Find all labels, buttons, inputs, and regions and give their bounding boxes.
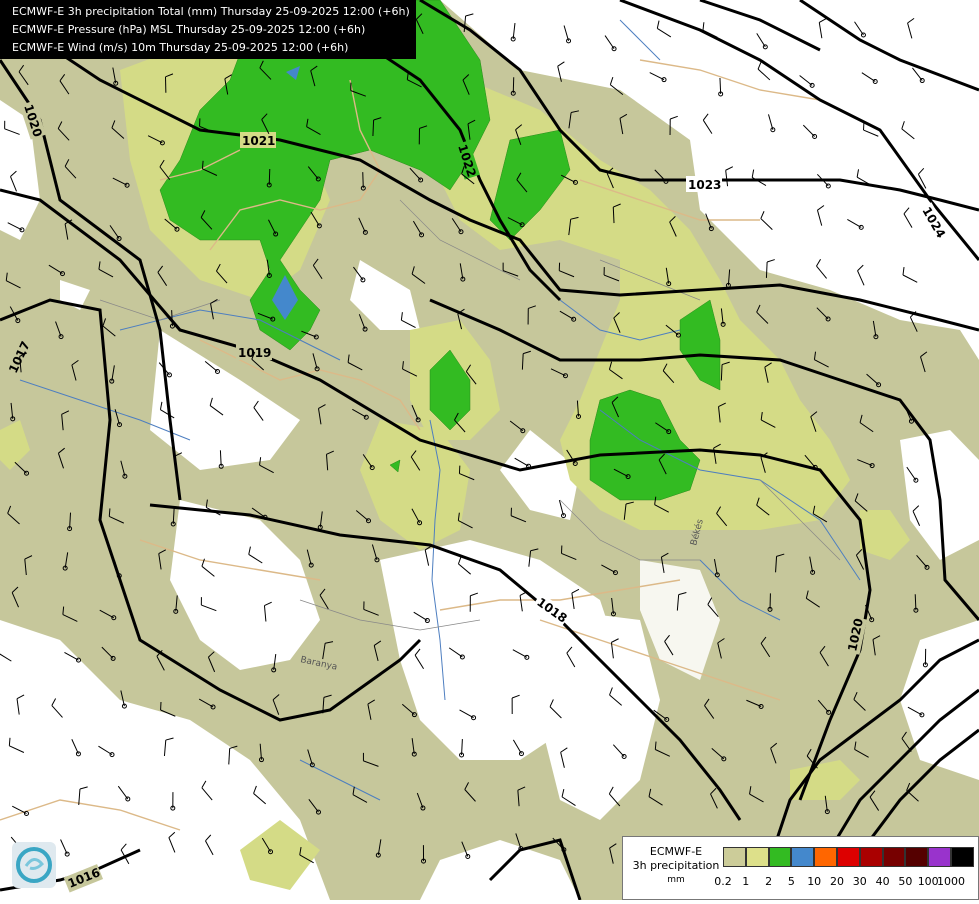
legend-tick: 40 (876, 875, 890, 888)
legend-tick: 1000 (937, 875, 965, 888)
legend-unit: mm (627, 873, 725, 887)
header-pressure-line: ECMWF-E Pressure (hPa) MSL Thursday 25-0… (12, 21, 410, 39)
precip-legend: ECMWF-E 3h precipitation mm 0.2 1 2 5 10 20 30… (622, 836, 979, 900)
wind-barb (816, 266, 826, 278)
legend-swatch (837, 847, 860, 867)
wind-barb-feather (466, 14, 474, 16)
wind-barb (202, 788, 212, 800)
wind-barb-feather (254, 786, 257, 793)
wind-barb-feather (610, 77, 613, 85)
wind-barb-feather (205, 835, 210, 841)
wind-barb (726, 170, 728, 186)
wind-barb (229, 748, 230, 764)
wind-barb (761, 219, 773, 230)
wind-barb-feather (109, 508, 110, 516)
legend-swatch (769, 847, 792, 867)
wind-barb-feather (752, 170, 753, 178)
map-header: ECMWF-E 3h precipitation Total (mm) Thur… (0, 0, 416, 59)
legend-swatch (723, 847, 746, 867)
wind-barb-feather (202, 161, 203, 169)
legend-swatch (883, 847, 906, 867)
legend-variable: 3h precipitation (627, 859, 725, 873)
wind-barb-feather (558, 62, 565, 66)
header-wind-line: ECMWF-E Wind (m/s) 10m Thursday 25-09-20… (12, 39, 410, 57)
wind-barb (254, 793, 266, 803)
wind-barb-feather (202, 781, 206, 788)
header-precip-line: ECMWF-E 3h precipitation Total (mm) Thur… (12, 3, 410, 21)
isobar-label-1023: 1023 (688, 178, 721, 192)
legend-title: ECMWF-E 3h precipitation mm (627, 845, 725, 887)
wind-barb (721, 365, 722, 381)
wind-barb (373, 120, 374, 136)
legend-tick: 1 (742, 875, 749, 888)
legend-tick: 2 (765, 875, 772, 888)
wind-barb-feather (670, 116, 678, 119)
wind-barb-feather (726, 167, 733, 171)
wind-barb-feather (9, 738, 10, 746)
wind-barb-feather (166, 738, 174, 740)
wind-barb (169, 838, 175, 853)
legend-source: ECMWF-E (627, 845, 725, 859)
wind-barb-feather (80, 787, 88, 789)
wind-barb-feather (908, 18, 915, 23)
wind-barb-feather (816, 259, 820, 266)
wind-barb (52, 706, 63, 718)
legend-swatch (791, 847, 814, 867)
legend-tick: 0.2 (714, 875, 732, 888)
legend-tick: 50 (898, 875, 912, 888)
legend-swatch (905, 847, 928, 867)
wind-barb (703, 120, 712, 133)
wind-barb-feather (703, 114, 708, 120)
wind-barb-feather (17, 695, 24, 699)
isobar-label-1016: 1016 (66, 865, 102, 890)
legend-swatches (723, 847, 974, 869)
legend-swatch (860, 847, 883, 867)
wind-barb (164, 740, 165, 756)
wind-barb-feather (169, 832, 175, 837)
wind-barb-feather (761, 211, 764, 218)
wind-barb-feather (52, 698, 56, 705)
legend-swatch (951, 847, 974, 867)
legend-swatch (928, 847, 951, 867)
legend-tick: 30 (853, 875, 867, 888)
wind-barb-feather (121, 844, 126, 850)
weather-map: 1021 1023 1019 1020 1022 1024 1017 1018 … (0, 0, 979, 900)
legend-swatch (814, 847, 837, 867)
wind-barb-feather (657, 21, 659, 29)
legend-tick: 5 (788, 875, 795, 888)
wind-barb-feather (767, 260, 775, 262)
legend-tick: 20 (830, 875, 844, 888)
wind-barb (0, 653, 11, 661)
wind-barb (657, 28, 671, 37)
wind-barb (17, 699, 19, 715)
wind-barb (205, 841, 213, 855)
legend-tick: 10 (807, 875, 821, 888)
legend-tick: 100 (918, 875, 939, 888)
legend-ticks: 0.212510203040501001000 (723, 875, 973, 891)
legend-swatch (746, 847, 769, 867)
wind-barb (908, 23, 912, 38)
wind-barb (766, 262, 767, 278)
ecmwf-logo-icon (12, 842, 56, 888)
isobar-label-1021: 1021 (242, 134, 275, 148)
wind-barb-feather (703, 22, 704, 30)
